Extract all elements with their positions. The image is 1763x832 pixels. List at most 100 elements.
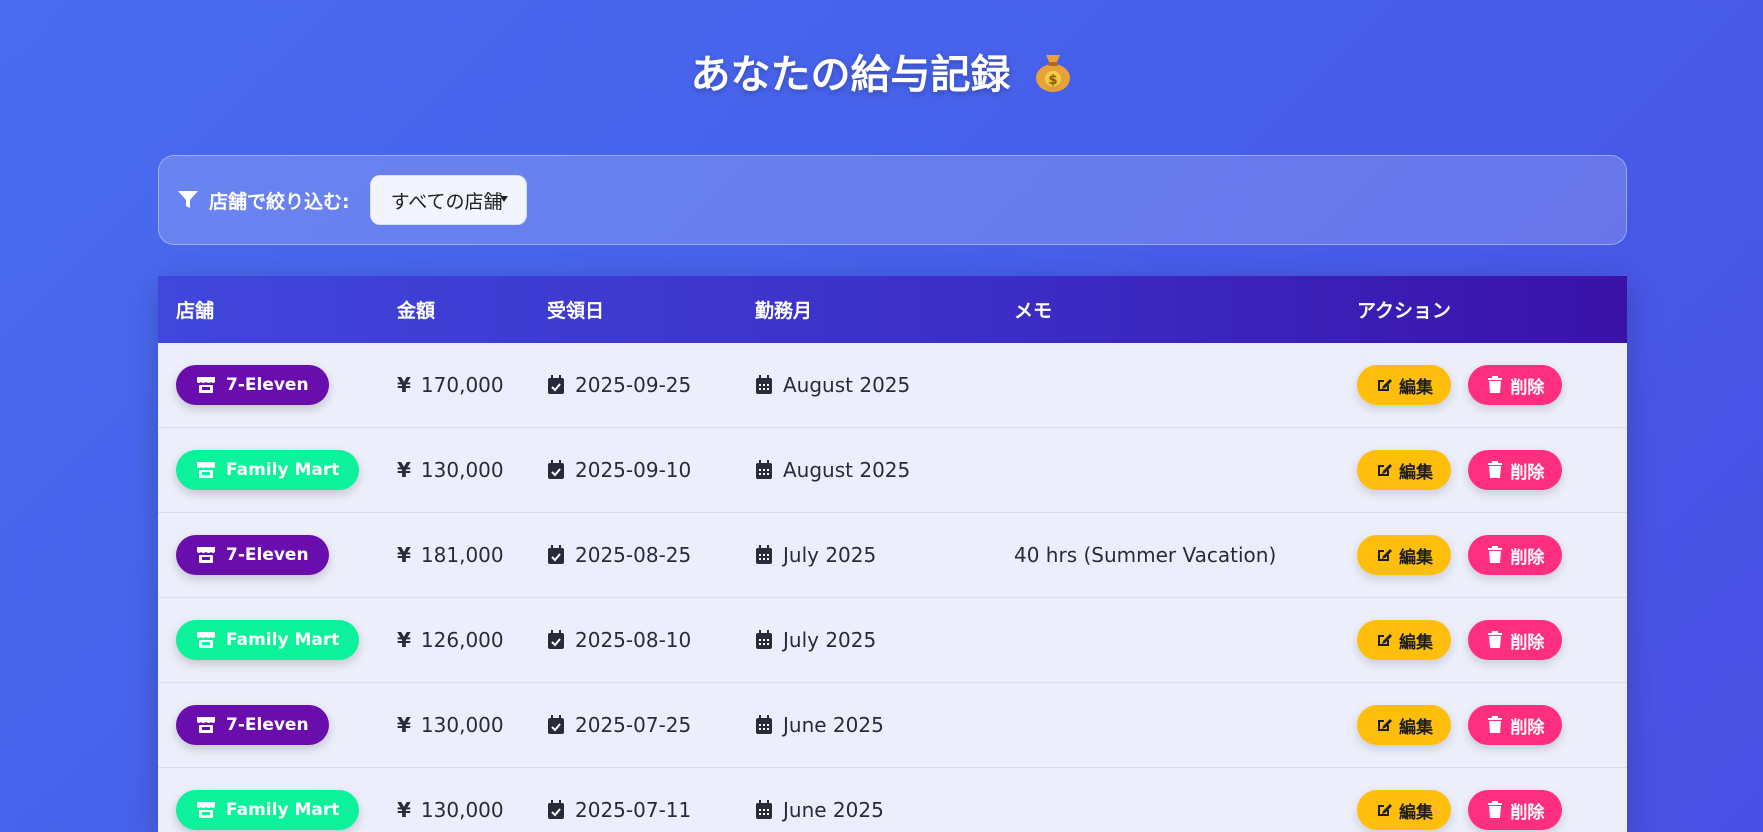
edit-button[interactable]: 編集 (1357, 365, 1451, 405)
calendar-check-icon (547, 630, 565, 650)
delete-label: 削除 (1510, 377, 1545, 397)
edit-label: 編集 (1399, 547, 1433, 567)
store-badge[interactable]: 7-Eleven (176, 535, 329, 575)
edit-button[interactable]: 編集 (1357, 705, 1451, 745)
store-badge[interactable]: Family Mart (176, 620, 360, 660)
filter-label-text: 店舗で絞り込む: (209, 190, 350, 213)
work-month: June 2025 (783, 713, 884, 737)
edit-button[interactable]: 編集 (1357, 535, 1451, 575)
calendar-icon (755, 545, 773, 565)
header-memo: メモ (1014, 300, 1053, 322)
table-row: Family Mart ¥ 130,000 2025-07-11 June 20… (158, 768, 1627, 832)
table-body: 7-Eleven ¥ 170,000 2025-09-25 August 202… (158, 343, 1627, 832)
delete-button[interactable]: 削除 (1468, 450, 1563, 490)
edit-button[interactable]: 編集 (1357, 790, 1451, 830)
calendar-icon (755, 800, 773, 820)
header-month: 勤務月 (755, 300, 813, 322)
work-month: July 2025 (783, 628, 877, 652)
delete-label: 削除 (1510, 802, 1545, 822)
amount-value: 130,000 (420, 713, 504, 737)
store-name: 7-Eleven (226, 715, 309, 735)
delete-label: 削除 (1510, 462, 1545, 482)
store-icon (196, 801, 216, 819)
work-month: July 2025 (783, 543, 877, 567)
trash-icon (1486, 546, 1504, 564)
edit-icon (1375, 376, 1393, 394)
delete-label: 削除 (1510, 717, 1545, 737)
filter-label: 店舗で絞り込む: (177, 187, 350, 214)
yen-icon: ¥ (397, 543, 411, 567)
delete-label: 削除 (1510, 547, 1545, 567)
amount-value: 126,000 (420, 628, 504, 652)
store-badge[interactable]: 7-Eleven (176, 705, 329, 745)
svg-text:$: $ (1048, 73, 1057, 88)
work-month: August 2025 (783, 458, 911, 482)
store-name: 7-Eleven (226, 375, 309, 395)
edit-icon (1375, 801, 1393, 819)
memo-text: 40 hrs (Summer Vacation) (1014, 543, 1277, 567)
table-header: 店舗 金額 受領日 勤務月 メモ アクション (158, 276, 1627, 343)
store-badge[interactable]: Family Mart (176, 790, 360, 830)
trash-icon (1486, 631, 1504, 649)
trash-icon (1486, 801, 1504, 819)
work-month: June 2025 (783, 798, 884, 822)
calendar-icon (755, 715, 773, 735)
store-name: Family Mart (226, 800, 340, 820)
edit-label: 編集 (1399, 377, 1433, 397)
edit-button[interactable]: 編集 (1357, 450, 1451, 490)
calendar-icon (755, 630, 773, 650)
store-badge[interactable]: 7-Eleven (176, 365, 329, 405)
edit-label: 編集 (1399, 802, 1433, 822)
store-icon (196, 461, 216, 479)
store-name: 7-Eleven (226, 545, 309, 565)
received-date: 2025-09-10 (575, 458, 692, 482)
edit-label: 編集 (1399, 632, 1433, 652)
trash-icon (1486, 716, 1504, 734)
store-icon (196, 716, 216, 734)
yen-icon: ¥ (397, 798, 411, 822)
delete-button[interactable]: 削除 (1468, 535, 1563, 575)
table-row: Family Mart ¥ 126,000 2025-08-10 July 20… (158, 598, 1627, 683)
calendar-check-icon (547, 460, 565, 480)
page-title-text: あなたの給与記録 (690, 52, 1011, 98)
edit-icon (1375, 631, 1393, 649)
store-icon (196, 376, 216, 394)
edit-icon (1375, 716, 1393, 734)
work-month: August 2025 (783, 373, 911, 397)
edit-button[interactable]: 編集 (1357, 620, 1451, 660)
store-filter-selected: すべての店舗 (390, 190, 503, 213)
yen-icon: ¥ (397, 713, 411, 737)
store-name: Family Mart (226, 460, 340, 480)
amount-value: 170,000 (420, 373, 504, 397)
yen-icon: ¥ (397, 458, 411, 482)
edit-label: 編集 (1399, 462, 1433, 482)
header-store: 店舗 (176, 300, 215, 322)
table-row: 7-Eleven ¥ 181,000 2025-08-25 July 2025 … (158, 513, 1627, 598)
received-date: 2025-07-25 (575, 713, 692, 737)
delete-button[interactable]: 削除 (1468, 790, 1563, 830)
salary-table: 店舗 金額 受領日 勤務月 メモ アクション 7-Eleven ¥ 170,00… (158, 276, 1627, 832)
delete-label: 削除 (1510, 632, 1545, 652)
header-received: 受領日 (547, 300, 605, 322)
received-date: 2025-08-10 (575, 628, 692, 652)
store-icon (196, 546, 216, 564)
delete-button[interactable]: 削除 (1468, 620, 1563, 660)
page-title: あなたの給与記録 $ (0, 42, 1763, 100)
edit-icon (1375, 461, 1393, 479)
delete-button[interactable]: 削除 (1468, 705, 1563, 745)
store-name: Family Mart (226, 630, 340, 650)
table-row: 7-Eleven ¥ 130,000 2025-07-25 June 2025 … (158, 683, 1627, 768)
amount-value: 181,000 (420, 543, 504, 567)
amount-value: 130,000 (420, 798, 504, 822)
amount-value: 130,000 (420, 458, 504, 482)
store-icon (196, 631, 216, 649)
received-date: 2025-08-25 (575, 543, 692, 567)
table-row: Family Mart ¥ 130,000 2025-09-10 August … (158, 428, 1627, 513)
moneybag-icon: $ (1033, 49, 1073, 93)
store-filter-select[interactable]: すべての店舗 (369, 175, 527, 225)
store-badge[interactable]: Family Mart (176, 450, 360, 490)
calendar-check-icon (547, 800, 565, 820)
header-amount: 金額 (397, 300, 436, 322)
filter-bar: 店舗で絞り込む: すべての店舗 (158, 155, 1627, 245)
delete-button[interactable]: 削除 (1468, 365, 1563, 405)
